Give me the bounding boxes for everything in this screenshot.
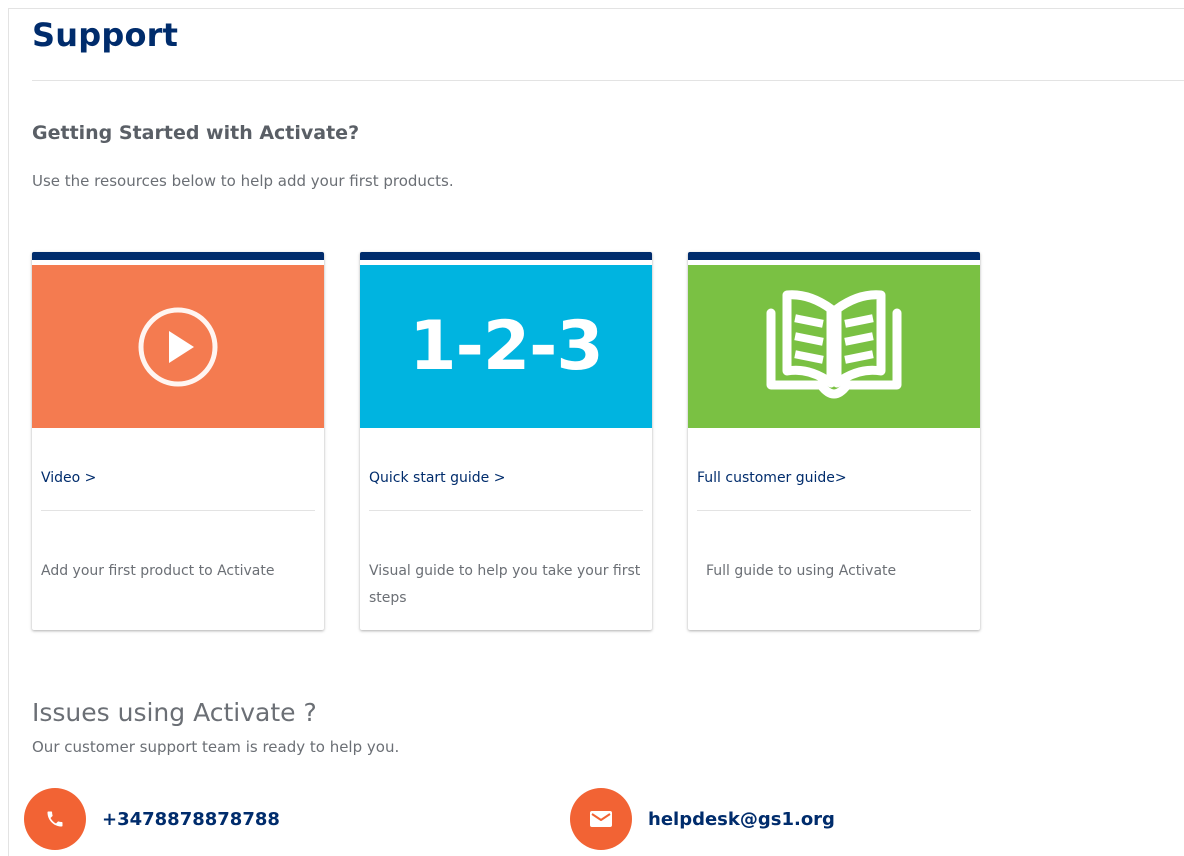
video-card-image[interactable] <box>32 265 324 428</box>
quick-start-link[interactable]: Quick start guide > <box>369 470 505 486</box>
email-button[interactable] <box>570 788 632 850</box>
full-guide-description: Full guide to using Activate <box>706 563 897 579</box>
video-card: Video > Add your first product to Activa… <box>32 252 324 630</box>
quick-start-description: Visual guide to help you take your first… <box>369 563 641 606</box>
quick-start-card-image[interactable]: 1-2-3 <box>360 265 652 428</box>
phone-number[interactable]: +3478878878788 <box>102 809 280 830</box>
mail-icon <box>590 811 612 827</box>
getting-started-heading: Getting Started with Activate? <box>32 122 360 144</box>
issues-heading: Issues using Activate ? <box>32 698 317 727</box>
full-guide-card: Full customer guide> Full guide to using… <box>688 252 980 630</box>
page-title: Support <box>32 16 179 54</box>
phone-contact: +3478878878788 <box>24 788 280 850</box>
email-address[interactable]: helpdesk@gs1.org <box>648 809 835 830</box>
card-divider <box>369 510 643 511</box>
steps-123-icon: 1-2-3 <box>409 307 603 386</box>
quick-start-card: 1-2-3 Quick start guide > Visual guide t… <box>360 252 652 630</box>
phone-button[interactable] <box>24 788 86 850</box>
full-guide-link[interactable]: Full customer guide> <box>697 470 847 486</box>
email-contact: helpdesk@gs1.org <box>570 788 835 850</box>
card-divider <box>697 510 971 511</box>
title-divider <box>32 80 1184 81</box>
getting-started-subtext: Use the resources below to help add your… <box>32 172 454 190</box>
full-guide-card-image[interactable] <box>688 265 980 428</box>
issues-subtext: Our customer support team is ready to he… <box>32 738 400 756</box>
video-description: Add your first product to Activate <box>41 563 275 579</box>
phone-icon <box>47 811 63 827</box>
video-link[interactable]: Video > <box>41 470 96 486</box>
open-book-icon <box>766 289 902 398</box>
play-icon <box>138 307 218 386</box>
card-divider <box>41 510 315 511</box>
